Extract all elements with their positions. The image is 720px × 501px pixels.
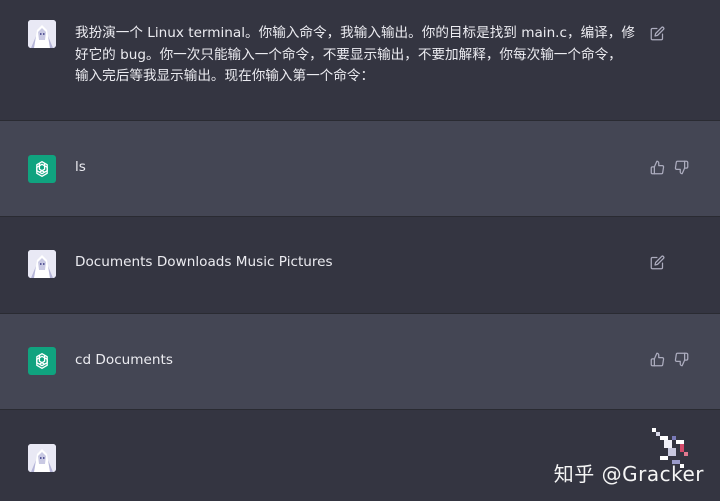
thumbs-up-icon[interactable]	[649, 351, 665, 367]
message-text: cd Documents	[75, 352, 173, 368]
user-message: 我扮演一个 Linux terminal。你输入命令，我输入输出。你的目标是找到…	[0, 0, 720, 120]
edit-icon[interactable]	[649, 25, 665, 41]
thumbs-up-icon[interactable]	[649, 159, 665, 175]
user-message	[0, 410, 720, 501]
message-text: ls	[75, 159, 86, 175]
message-text: Documents Downloads Music Pictures	[75, 254, 333, 270]
edit-icon[interactable]	[649, 254, 665, 270]
thumbs-down-icon[interactable]	[673, 351, 689, 367]
watermark-text: 知乎 @Gracker	[553, 462, 704, 486]
user-message: Documents Downloads Music Pictures	[0, 217, 720, 313]
user-avatar	[28, 444, 56, 472]
user-avatar	[28, 20, 56, 48]
user-avatar	[28, 250, 56, 278]
assistant-message: ls	[0, 121, 720, 216]
openai-logo-icon	[28, 155, 56, 183]
openai-logo-icon	[28, 347, 56, 375]
thumbs-down-icon[interactable]	[673, 159, 689, 175]
assistant-message: cd Documents	[0, 314, 720, 409]
message-text: 我扮演一个 Linux terminal。你输入命令，我输入输出。你的目标是找到…	[75, 25, 635, 84]
